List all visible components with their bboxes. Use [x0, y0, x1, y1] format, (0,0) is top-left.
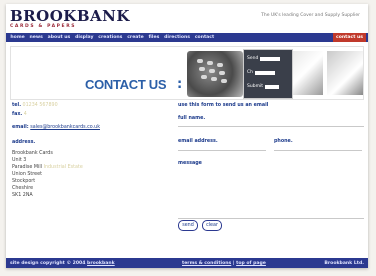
- tel-value: 01234 567890: [22, 103, 58, 108]
- address-text: Union Street: [12, 172, 42, 177]
- nav-about-us[interactable]: about us: [45, 35, 72, 40]
- card-row-label: Submit: [247, 84, 263, 89]
- tel-row: tel. 01234 567890: [12, 101, 172, 110]
- email-address-field[interactable]: [178, 150, 266, 151]
- email-label: email:: [12, 125, 29, 130]
- page-title-colon: :: [177, 77, 183, 92]
- address-text: Unit 3: [12, 158, 27, 163]
- nav-display[interactable]: display: [73, 35, 96, 40]
- phone-keypad-image: [187, 51, 243, 97]
- designer-link[interactable]: brookbank: [87, 261, 115, 266]
- address-label: address.: [12, 140, 36, 145]
- contact-banner: CONTACT US : Send Ch Submit: [10, 46, 364, 100]
- card-field: [255, 70, 275, 75]
- header-tagline: The UK's leading Cover and Supply Suppli…: [261, 13, 360, 18]
- nav-create[interactable]: create: [125, 35, 146, 40]
- email-address-label: email address.: [178, 139, 218, 144]
- nav-directions[interactable]: directions: [162, 35, 193, 40]
- page-container: BROOKBANK CARDS & PAPERS The UK's leadin…: [6, 4, 368, 268]
- address-text: Stockport: [12, 179, 36, 184]
- nav-contact-us-active[interactable]: contact us: [333, 33, 366, 42]
- copyright-text: site design copyright © 2004: [10, 260, 86, 266]
- form-title: use this form to send us an email: [178, 103, 269, 108]
- key: [209, 69, 215, 73]
- full-name-label: full name.: [178, 116, 206, 121]
- keypad-keys: [197, 59, 233, 89]
- footer-company: Brookbank Ltd.: [324, 260, 364, 266]
- footer-links: terms & conditions | top of page: [182, 261, 266, 266]
- key: [217, 63, 223, 67]
- email-phone-group: email address. phone.: [178, 139, 364, 153]
- paper-swatch-image: [293, 51, 323, 95]
- address-line: Paradise Mill Industrial Estate: [12, 164, 172, 171]
- card-row-ch: Ch: [247, 70, 275, 75]
- key: [197, 59, 203, 63]
- key: [207, 61, 213, 65]
- nav-news[interactable]: news: [27, 35, 45, 40]
- address-line: Brookbank Cards: [12, 150, 172, 157]
- address-line: Unit 3: [12, 157, 172, 164]
- nav-home[interactable]: home: [8, 35, 27, 40]
- message-group: message: [178, 161, 364, 219]
- site-logo[interactable]: BROOKBANK: [10, 7, 130, 25]
- address-text: Cheshire: [12, 186, 34, 191]
- fax-label: fax.: [12, 112, 23, 117]
- paper-swatch-image-2: [327, 51, 363, 95]
- phone-field[interactable]: [274, 150, 362, 151]
- address-line: Stockport: [12, 178, 172, 185]
- address-block: Brookbank Cards Unit 3 Paradise Mill Ind…: [12, 150, 172, 199]
- email-form: use this form to send us an email full n…: [178, 101, 364, 219]
- send-card-graphic: Send Ch Submit: [243, 49, 293, 99]
- page-title: CONTACT US: [85, 77, 167, 92]
- contact-details: tel. 01234 567890 fax. 4 email: sales@br…: [12, 101, 172, 199]
- key: [199, 67, 205, 71]
- footer-copyright: site design copyright © 2004 brookbank: [10, 261, 115, 266]
- card-field: [260, 56, 281, 61]
- full-name-group: full name.: [178, 116, 364, 127]
- key: [219, 71, 225, 75]
- email-row: email: sales@brookbankcards.co.uk: [12, 123, 172, 132]
- send-button[interactable]: send: [178, 220, 198, 231]
- logo-subtitle: CARDS & PAPERS: [10, 24, 77, 29]
- full-name-field[interactable]: [178, 126, 364, 127]
- card-field: [264, 84, 279, 89]
- address-text: SK1 2NA: [12, 193, 33, 198]
- fax-row: fax. 4: [12, 110, 172, 119]
- nav-creations[interactable]: creations: [96, 35, 125, 40]
- address-line: SK1 2NA: [12, 192, 172, 199]
- key: [211, 77, 217, 81]
- card-row-send: Send: [247, 56, 281, 61]
- email-link[interactable]: sales@brookbankcards.co.uk: [30, 125, 100, 130]
- card-row-label: Send: [247, 56, 259, 61]
- address-row: address.: [12, 138, 172, 147]
- card-row-label: Ch: [247, 70, 253, 75]
- address-text: Paradise Mill: [12, 165, 43, 170]
- top-of-page-link[interactable]: top of page: [236, 261, 266, 266]
- tel-label: tel.: [12, 103, 22, 108]
- footer: site design copyright © 2004 brookbank t…: [6, 258, 368, 268]
- message-label: message: [178, 161, 202, 166]
- message-field[interactable]: [178, 168, 364, 219]
- clear-button[interactable]: clear: [202, 220, 222, 231]
- address-line: Cheshire: [12, 185, 172, 192]
- address-line: Union Street: [12, 171, 172, 178]
- key: [201, 75, 207, 79]
- key: [221, 79, 227, 83]
- main-navigation: home news about us display creations cre…: [6, 33, 368, 42]
- nav-contact[interactable]: contact: [192, 35, 216, 40]
- phone-label: phone.: [274, 139, 293, 144]
- nav-files[interactable]: files: [146, 35, 162, 40]
- card-row-submit: Submit: [247, 84, 279, 89]
- address-text: Brookbank Cards: [12, 151, 53, 156]
- terms-link[interactable]: terms & conditions: [182, 261, 231, 266]
- address-text-faded: Industrial Estate: [43, 165, 83, 170]
- fax-value: 4: [23, 112, 27, 117]
